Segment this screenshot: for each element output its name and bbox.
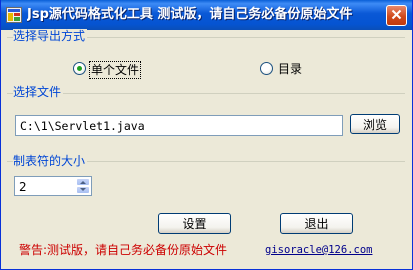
close-button[interactable]: [386, 5, 407, 26]
browse-button-label: 浏览: [362, 117, 387, 132]
file-group-label: 选择文件: [13, 85, 64, 99]
email-link[interactable]: gisoracle@126.com: [265, 243, 372, 257]
radio-single-file-label[interactable]: 单个文件: [89, 61, 142, 79]
stepper-up-button[interactable]: [76, 178, 90, 186]
warning-text: 警告:测试版，请自己务必备份原始文件: [19, 243, 228, 257]
window-title: Jsp源代码格式化工具 测试版，请自己务必备份原始文件: [27, 7, 353, 22]
exit-button-label: 退出: [304, 217, 329, 231]
export-mode-label: 选择导出方式: [13, 29, 88, 43]
file-path-input[interactable]: C:\1\Servlet1.java: [15, 115, 343, 136]
radio-directory-label[interactable]: 目录: [278, 61, 302, 77]
title-bar[interactable]: Jsp源代码格式化工具 测试版，请自己务必备份原始文件: [1, 0, 412, 30]
radio-directory[interactable]: [260, 62, 273, 75]
settings-button-label: 设置: [182, 217, 207, 231]
settings-button[interactable]: 设置: [158, 213, 231, 234]
browse-button[interactable]: 浏览: [350, 114, 400, 134]
tab-size-value[interactable]: 2: [19, 180, 27, 194]
exit-button[interactable]: 退出: [280, 213, 353, 234]
tab-size-label: 制表符的大小: [13, 154, 88, 168]
main-window: Jsp源代码格式化工具 测试版，请自己务必备份原始文件 选择导出方式 单个文件 …: [0, 0, 413, 270]
tab-size-stepper[interactable]: 2: [14, 176, 92, 196]
export-mode-group: [7, 37, 405, 83]
radio-selected-dot: [77, 66, 82, 71]
radio-single-file[interactable]: [73, 62, 86, 75]
stepper-down-button[interactable]: [76, 186, 90, 194]
close-icon: [391, 9, 402, 23]
app-icon: [6, 7, 22, 23]
